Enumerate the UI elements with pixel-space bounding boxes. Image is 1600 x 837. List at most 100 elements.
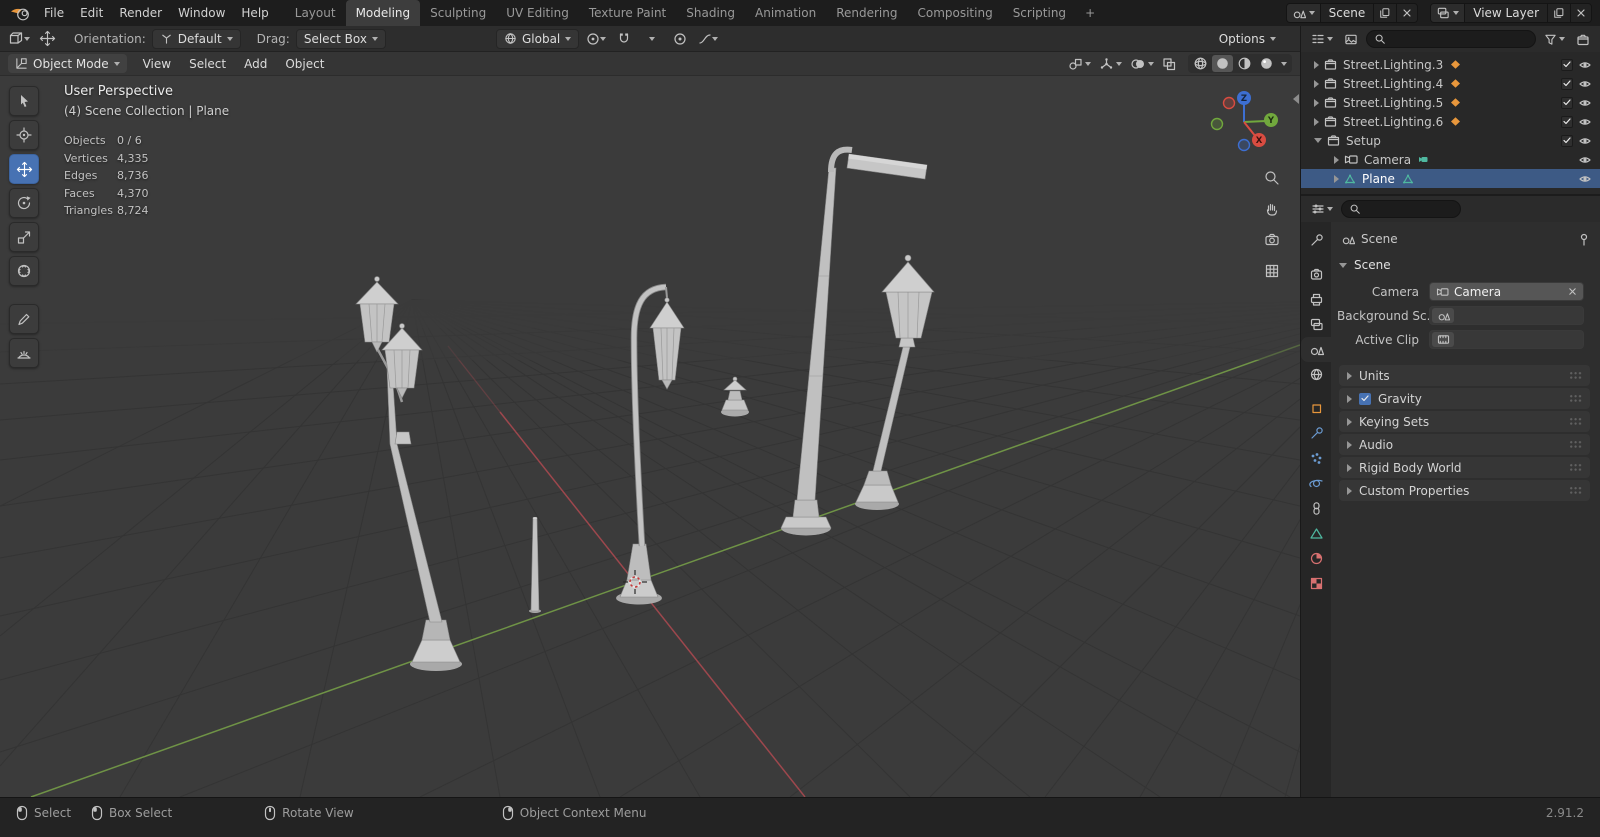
expand-icon[interactable] xyxy=(1334,155,1339,164)
clear-icon[interactable] xyxy=(1568,287,1577,296)
gravity-checkbox[interactable] xyxy=(1359,392,1371,405)
snap-toggle[interactable] xyxy=(613,29,635,49)
scene-section-header[interactable]: Scene xyxy=(1337,256,1594,282)
browse-scene-button[interactable] xyxy=(1432,308,1454,323)
measure-tool[interactable] xyxy=(9,338,39,368)
camera-field[interactable]: Camera xyxy=(1429,282,1584,301)
menu-view[interactable]: View xyxy=(135,52,179,76)
properties-editor-selector[interactable] xyxy=(1308,200,1336,219)
viewport-3d[interactable]: Object Mode View Select Add Object User … xyxy=(0,52,1300,797)
tab-scripting[interactable]: Scripting xyxy=(1003,0,1076,26)
display-mode-selector[interactable] xyxy=(1341,30,1361,49)
menu-edit[interactable]: Edit xyxy=(72,0,111,26)
view-layer-name[interactable]: View Layer xyxy=(1465,6,1547,20)
expand-icon[interactable] xyxy=(1334,174,1339,183)
active-clip-field[interactable] xyxy=(1429,330,1584,349)
tab-physics[interactable] xyxy=(1301,471,1331,496)
cursor-tool[interactable] xyxy=(9,120,39,150)
drag-handle-icon[interactable] xyxy=(1569,440,1582,449)
drag-handle-icon[interactable] xyxy=(1569,394,1582,403)
axis-neg-y-handle[interactable] xyxy=(1210,117,1224,131)
hide-eye-icon[interactable] xyxy=(1578,136,1592,146)
orientation-dropdown[interactable]: Default xyxy=(151,28,241,49)
rotate-tool[interactable] xyxy=(9,188,39,218)
outliner-search-input[interactable] xyxy=(1366,30,1536,48)
hide-eye-icon[interactable] xyxy=(1578,60,1592,70)
camera-view-button[interactable] xyxy=(1259,227,1285,253)
hide-eye-icon[interactable] xyxy=(1578,174,1592,184)
tab-modifiers[interactable] xyxy=(1301,421,1331,446)
outliner-row-street-lighting-4[interactable]: Street.Lighting.4 xyxy=(1301,74,1600,93)
axis-neg-z-handle[interactable] xyxy=(1237,138,1251,152)
scale-tool[interactable] xyxy=(9,222,39,252)
panel-rigid-body-world[interactable]: Rigid Body World xyxy=(1339,457,1590,478)
menu-file[interactable]: File xyxy=(36,0,72,26)
exclude-checkbox[interactable] xyxy=(1561,115,1573,128)
hide-eye-icon[interactable] xyxy=(1578,117,1592,127)
shading-material-button[interactable] xyxy=(1234,55,1255,72)
proportional-editing-toggle[interactable] xyxy=(669,29,691,49)
browse-clip-button[interactable] xyxy=(1432,332,1454,347)
select-box-tool[interactable] xyxy=(9,86,39,116)
tab-render[interactable] xyxy=(1301,262,1331,287)
chevron-down-icon[interactable] xyxy=(1281,61,1287,66)
options-dropdown[interactable]: Options xyxy=(1211,29,1284,49)
outliner-row-setup[interactable]: Setup xyxy=(1301,131,1600,150)
axis-neg-x-handle[interactable] xyxy=(1222,96,1236,110)
tab-world[interactable] xyxy=(1301,362,1331,387)
tab-object-data[interactable] xyxy=(1301,521,1331,546)
navigation-gizmo[interactable]: Z Y X xyxy=(1209,84,1279,154)
outliner-row-street-lighting-3[interactable]: Street.Lighting.3 xyxy=(1301,55,1600,74)
tab-constraints[interactable] xyxy=(1301,496,1331,521)
new-scene-button[interactable] xyxy=(1373,4,1397,22)
view-layer-browse-button[interactable] xyxy=(1431,4,1466,22)
expand-icon[interactable] xyxy=(1314,98,1319,107)
mode-dropdown[interactable]: Object Mode xyxy=(8,54,127,73)
shading-wireframe-button[interactable] xyxy=(1190,55,1211,72)
pan-button[interactable] xyxy=(1259,196,1285,222)
tab-modeling[interactable]: Modeling xyxy=(345,0,421,26)
pin-icon[interactable] xyxy=(1578,233,1590,246)
hide-eye-icon[interactable] xyxy=(1578,79,1592,89)
expand-icon[interactable] xyxy=(1314,79,1319,88)
collapse-icon[interactable] xyxy=(1314,138,1322,143)
snap-settings-dropdown[interactable] xyxy=(641,29,663,49)
falloff-dropdown[interactable] xyxy=(697,29,719,49)
menu-select[interactable]: Select xyxy=(181,52,234,76)
properties-search-input[interactable] xyxy=(1341,200,1461,218)
tab-particles[interactable] xyxy=(1301,446,1331,471)
small-pole[interactable] xyxy=(529,517,541,613)
add-workspace-button[interactable]: + xyxy=(1076,0,1104,26)
annotate-tool[interactable] xyxy=(9,304,39,334)
panel-keying-sets[interactable]: Keying Sets xyxy=(1339,411,1590,432)
new-collection-button[interactable] xyxy=(1573,30,1593,49)
hide-eye-icon[interactable] xyxy=(1578,98,1592,108)
exclude-checkbox[interactable] xyxy=(1561,134,1573,147)
outliner-row-street-lighting-6[interactable]: Street.Lighting.6 xyxy=(1301,112,1600,131)
scene-name[interactable]: Scene xyxy=(1321,6,1374,20)
menu-object[interactable]: Object xyxy=(277,52,332,76)
panel-units[interactable]: Units xyxy=(1339,365,1590,386)
outliner-editor-selector[interactable] xyxy=(1308,30,1336,49)
xray-toggle[interactable] xyxy=(1159,54,1180,73)
drag-handle-icon[interactable] xyxy=(1569,371,1582,380)
hide-eye-icon[interactable] xyxy=(1578,155,1592,165)
tab-texture-paint[interactable]: Texture Paint xyxy=(579,0,676,26)
new-view-layer-button[interactable] xyxy=(1547,4,1570,22)
panel-audio[interactable]: Audio xyxy=(1339,434,1590,455)
zoom-button[interactable] xyxy=(1259,165,1285,191)
tab-sculpting[interactable]: Sculpting xyxy=(420,0,496,26)
drag-dropdown[interactable]: Select Box xyxy=(295,28,386,49)
pivot-point-dropdown[interactable] xyxy=(585,29,607,49)
background-scene-field[interactable] xyxy=(1429,306,1584,325)
tab-animation[interactable]: Animation xyxy=(745,0,826,26)
expand-icon[interactable] xyxy=(1314,60,1319,69)
exclude-checkbox[interactable] xyxy=(1561,77,1573,90)
tab-view-layer[interactable] xyxy=(1301,312,1331,337)
overlays-dropdown[interactable] xyxy=(1127,54,1157,73)
tab-scene[interactable] xyxy=(1301,337,1331,362)
panel-custom-properties[interactable]: Custom Properties xyxy=(1339,480,1590,501)
tab-layout[interactable]: Layout xyxy=(285,0,346,26)
outliner-row-camera[interactable]: Camera xyxy=(1301,150,1600,169)
shading-rendered-button[interactable] xyxy=(1256,55,1277,72)
